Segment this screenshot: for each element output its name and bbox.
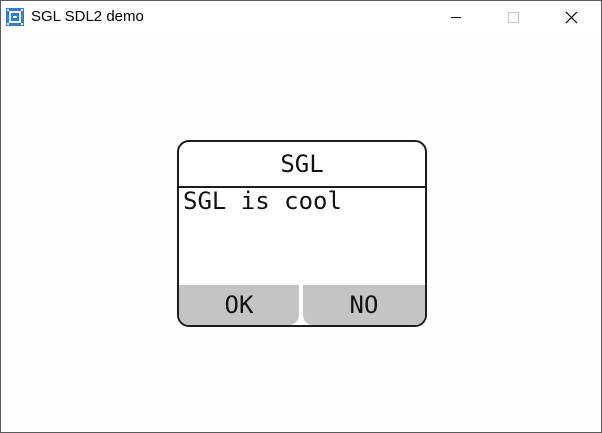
app-window: SGL SDL2 demo SGL SGL is cool OK NO: [0, 0, 602, 433]
close-button[interactable]: [548, 1, 594, 33]
maximize-icon: [508, 12, 519, 23]
client-area: SGL SGL is cool OK NO: [1, 33, 601, 432]
app-chip-icon: [6, 8, 24, 26]
minimize-icon: [451, 17, 461, 18]
message-box: SGL SGL is cool OK NO: [177, 140, 427, 327]
message-box-title: SGL: [179, 142, 425, 188]
no-button[interactable]: NO: [303, 285, 425, 325]
window-title: SGL SDL2 demo: [31, 8, 144, 25]
title-bar[interactable]: SGL SDL2 demo: [1, 1, 601, 33]
close-icon: [565, 11, 578, 24]
ok-button[interactable]: OK: [179, 285, 299, 325]
maximize-button[interactable]: [490, 1, 536, 33]
message-box-text: SGL is cool: [183, 187, 342, 215]
minimize-button[interactable]: [433, 1, 479, 33]
